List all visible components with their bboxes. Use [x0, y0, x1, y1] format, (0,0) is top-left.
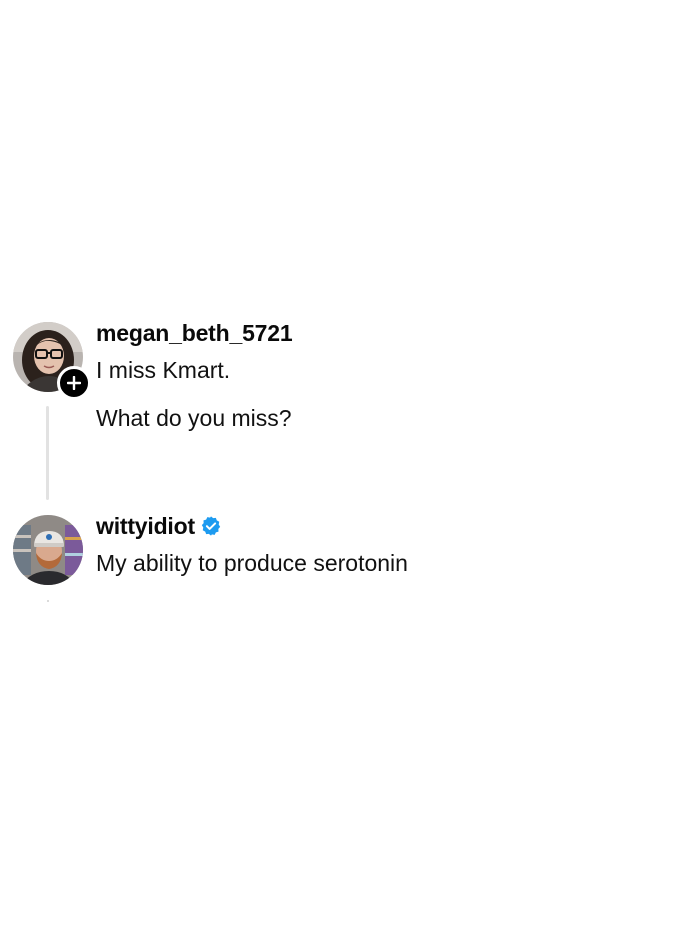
thread-end-dot — [47, 600, 49, 602]
profile-photo-man-cap-icon — [13, 515, 83, 585]
plus-icon — [67, 376, 81, 390]
post-text-line: My ability to produce serotonin — [96, 550, 408, 576]
avatar-wittyidiot[interactable] — [13, 515, 83, 585]
post-text-line: I miss Kmart. — [96, 357, 231, 383]
verified-badge-icon — [200, 515, 222, 537]
post-content: megan_beth_5721 I miss Kmart. What do yo… — [96, 320, 680, 432]
username-row: wittyidiot — [96, 513, 680, 539]
post-text-line: What do you miss? — [96, 405, 292, 431]
post-content: wittyidiot My ability to produce seroton… — [96, 513, 680, 577]
follow-plus-button[interactable] — [57, 366, 91, 400]
username-row: megan_beth_5721 — [96, 320, 680, 346]
username[interactable]: megan_beth_5721 — [96, 320, 293, 346]
thread-connector-line — [46, 406, 49, 500]
thread-container: megan_beth_5721 I miss Kmart. What do yo… — [0, 0, 700, 933]
username[interactable]: wittyidiot — [96, 513, 195, 539]
